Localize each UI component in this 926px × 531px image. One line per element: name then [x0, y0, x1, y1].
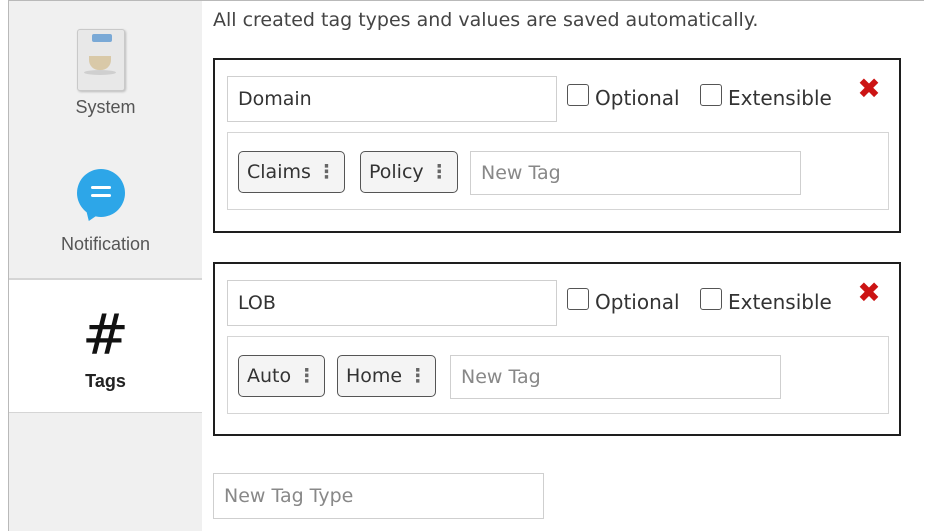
optional-label: Optional	[595, 86, 680, 110]
optional-checkbox[interactable]	[567, 288, 589, 310]
new-tag-input[interactable]	[450, 355, 781, 399]
tag-menu-icon[interactable]: ⋮	[317, 161, 336, 183]
sidebar-item-label: Notification	[60, 234, 151, 254]
sidebar-item-label: Tags	[85, 371, 126, 391]
new-tag-input[interactable]	[470, 151, 801, 195]
tag-chip[interactable]: Policy ⋮	[360, 151, 458, 193]
tag-chip[interactable]: Claims ⋮	[238, 151, 345, 193]
tag-type-name-input[interactable]	[227, 280, 557, 326]
sidebar: System Notification # Tags	[9, 1, 202, 531]
tag-type-name-input[interactable]	[227, 76, 557, 122]
sidebar-item-tags[interactable]: # Tags	[9, 279, 202, 413]
extensible-label: Extensible	[728, 86, 832, 110]
sidebar-item-system[interactable]: System	[9, 1, 202, 141]
extensible-label: Extensible	[728, 290, 832, 314]
tag-menu-icon[interactable]: ⋮	[430, 161, 449, 183]
sidebar-item-label: System	[75, 97, 136, 117]
tag-chip-label: Policy	[369, 161, 424, 183]
sidebar-item-notification[interactable]: Notification	[9, 141, 202, 279]
new-tag-type-input[interactable]	[213, 473, 544, 519]
autosave-info-text: All created tag types and values are sav…	[213, 9, 759, 31]
extensible-checkbox[interactable]	[700, 288, 722, 310]
hash-icon: #	[82, 303, 129, 368]
tag-chip[interactable]: Home ⋮	[337, 355, 437, 397]
tag-menu-icon[interactable]: ⋮	[408, 365, 427, 387]
optional-label: Optional	[595, 290, 680, 314]
tag-chip[interactable]: Auto ⋮	[238, 355, 326, 397]
tag-type-group: Optional Extensible ✖ Claims ⋮ Policy ⋮	[213, 58, 901, 233]
tag-values-container: Auto ⋮ Home ⋮	[227, 336, 889, 414]
tag-chip-label: Auto	[247, 365, 292, 387]
tag-type-group: Optional Extensible ✖ Auto⋮ Home⋮	[213, 262, 901, 436]
system-app-icon	[77, 29, 125, 91]
chat-bubble-icon	[77, 169, 125, 217]
remove-tag-type-icon[interactable]: ✖	[856, 279, 882, 307]
tag-chip-label: Home	[346, 365, 403, 387]
tag-chip-label: Claims	[247, 161, 311, 183]
tag-menu-icon[interactable]: ⋮	[297, 365, 316, 387]
optional-checkbox[interactable]	[567, 84, 589, 106]
remove-tag-type-icon[interactable]: ✖	[856, 75, 882, 103]
extensible-checkbox[interactable]	[700, 84, 722, 106]
tag-values-container: Claims ⋮ Policy ⋮	[227, 132, 889, 210]
